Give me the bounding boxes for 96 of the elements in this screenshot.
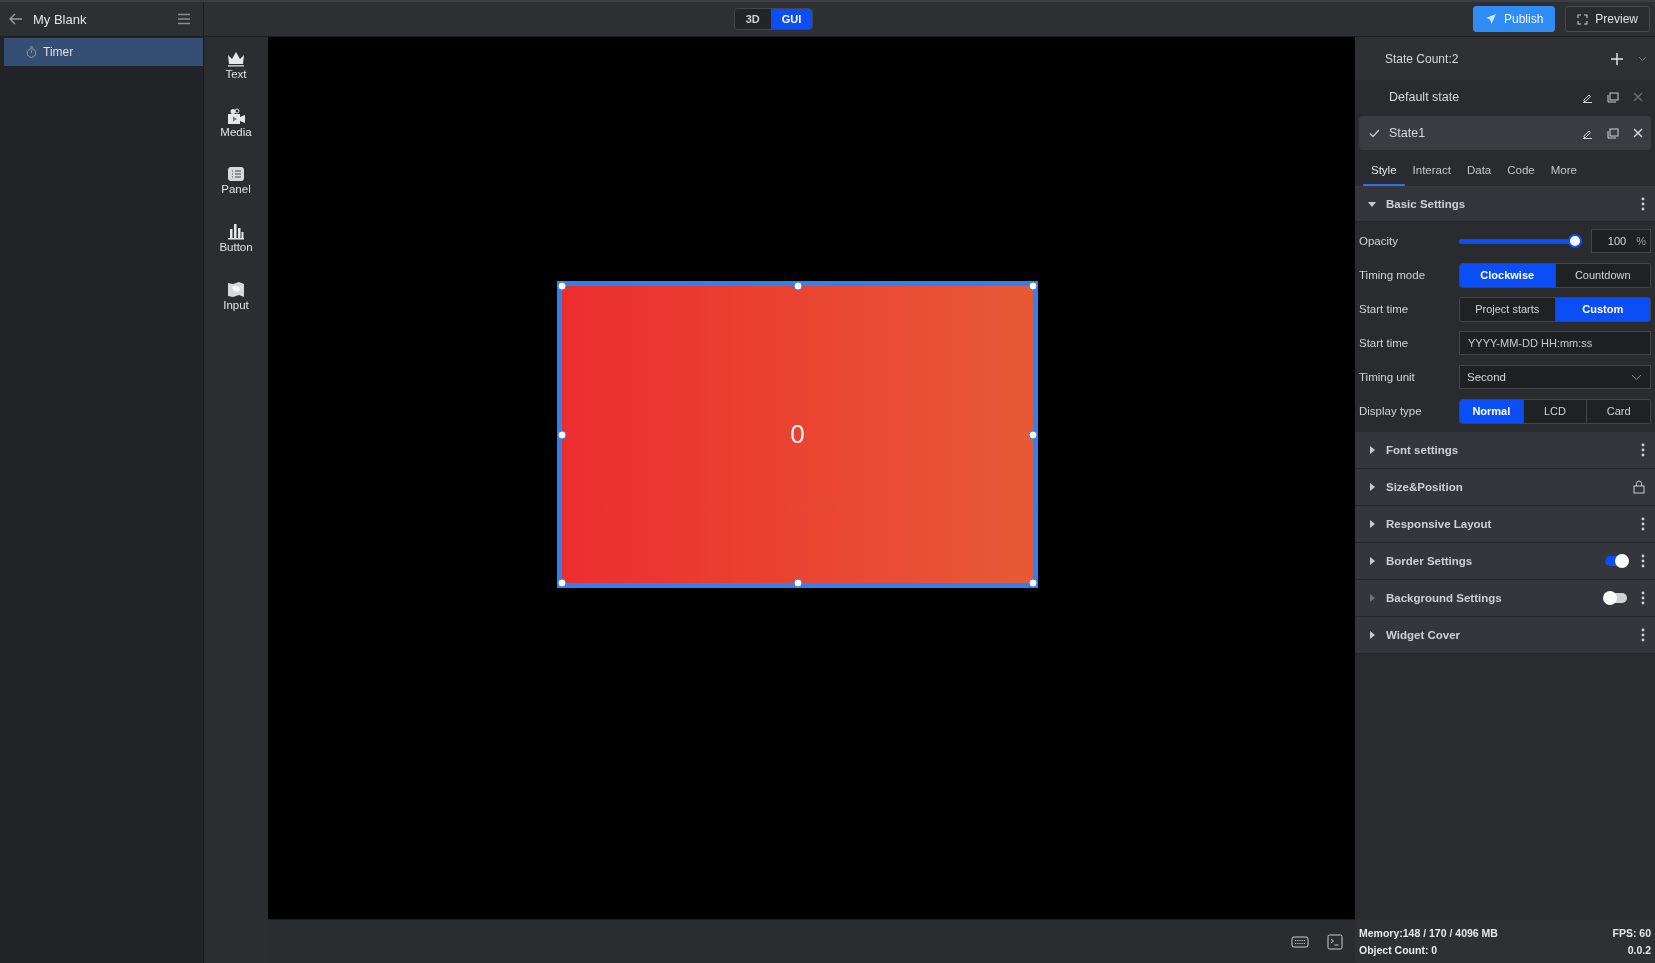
field-label: Opacity — [1359, 235, 1399, 247]
timer-value: 0 — [790, 419, 805, 450]
section-title: Responsive Layout — [1386, 518, 1493, 530]
segment-option[interactable]: Countdown — [1554, 263, 1650, 287]
fps-readout: FPS: 60 — [1612, 926, 1651, 939]
caret-icon[interactable] — [1368, 446, 1376, 454]
caret-icon[interactable] — [1368, 200, 1376, 208]
more-vertical-icon[interactable] — [1641, 443, 1645, 457]
datetime-input[interactable]: YYYY-MM-DD HH:mm:ss — [1459, 331, 1651, 355]
tool-label: Input — [223, 299, 249, 311]
terminal-icon[interactable] — [1327, 933, 1343, 950]
segment-option[interactable]: Clockwise — [1460, 263, 1555, 287]
toggle-switch[interactable] — [1605, 556, 1627, 566]
resize-handle[interactable] — [557, 578, 567, 588]
resize-handle[interactable] — [1028, 578, 1038, 588]
more-vertical-icon[interactable] — [1641, 628, 1645, 642]
section-title: Background Settings — [1386, 592, 1503, 604]
tool-label: Panel — [221, 183, 251, 195]
resize-handle[interactable] — [557, 430, 567, 439]
list-panel-icon — [226, 166, 246, 182]
view-mode-tab[interactable]: 3D — [734, 9, 771, 29]
segment-option[interactable]: Normal — [1460, 399, 1523, 423]
section-title: Font settings — [1386, 444, 1460, 456]
widget-tool[interactable]: Button — [219, 223, 253, 253]
bar-chart-icon — [226, 223, 246, 240]
back-arrow-icon[interactable] — [9, 13, 23, 25]
widget-tool[interactable]: Input — [223, 281, 249, 311]
send-icon — [1484, 13, 1497, 25]
resize-handle[interactable] — [793, 281, 802, 291]
lock-icon[interactable] — [1633, 480, 1645, 494]
more-vertical-icon[interactable] — [1641, 197, 1645, 211]
state-name: State1 — [1389, 126, 1427, 140]
panel-tab[interactable]: Interact — [1404, 156, 1459, 186]
layer-label: Timer — [43, 45, 74, 59]
more-vertical-icon[interactable] — [1641, 554, 1645, 568]
crown-icon — [226, 51, 246, 67]
tool-label: Text — [225, 68, 247, 80]
segment-option[interactable]: Project starts — [1460, 297, 1555, 321]
memory-readout: Memory:148 / 170 / 4096 MB — [1359, 926, 1498, 939]
panel-tab[interactable]: Code — [1499, 156, 1543, 186]
panel-tab[interactable]: Data — [1458, 156, 1500, 186]
tool-label: Button — [219, 241, 253, 253]
version-label: 0.0.2 — [1627, 944, 1651, 957]
segment-option[interactable]: LCD — [1522, 399, 1587, 423]
resize-handle[interactable] — [557, 281, 567, 291]
preview-button[interactable]: Preview — [1565, 6, 1650, 32]
checkmark-icon — [1369, 128, 1380, 138]
state-name: Default state — [1389, 90, 1461, 104]
caret-icon[interactable] — [1368, 557, 1376, 565]
project-title: My Blank — [33, 11, 88, 27]
panel-tab[interactable]: More — [1542, 156, 1585, 186]
segment-option[interactable]: Card — [1586, 399, 1650, 423]
copy-icon[interactable] — [1607, 127, 1619, 139]
toggle-switch[interactable] — [1605, 593, 1627, 603]
menu-icon[interactable] — [177, 13, 191, 25]
state-item[interactable]: Default state — [1359, 80, 1651, 114]
widget-tool[interactable]: Text — [225, 51, 247, 80]
caret-icon[interactable] — [1368, 631, 1376, 639]
keyboard-icon[interactable] — [1291, 935, 1309, 948]
video-camera-icon — [226, 108, 246, 125]
caret-icon[interactable] — [1368, 483, 1376, 491]
view-mode-tab[interactable]: GUI — [770, 9, 813, 29]
more-vertical-icon[interactable] — [1641, 591, 1645, 605]
plus-icon[interactable] — [1610, 51, 1624, 66]
tool-label: Media — [220, 126, 252, 138]
section-title: Widget Cover — [1386, 629, 1461, 641]
caret-icon[interactable] — [1368, 520, 1376, 528]
more-vertical-icon[interactable] — [1641, 517, 1645, 531]
section-title: Border Settings — [1386, 555, 1474, 567]
field-label: Timing unit — [1359, 371, 1416, 383]
segment-option[interactable]: Custom — [1554, 297, 1650, 321]
fullscreen-icon — [1577, 13, 1589, 25]
copy-icon[interactable] — [1607, 91, 1619, 103]
unit-dropdown[interactable]: Second — [1459, 365, 1651, 389]
resize-handle[interactable] — [793, 578, 802, 588]
field-label: Display type — [1359, 405, 1423, 417]
opacity-input[interactable]: 100 % — [1591, 229, 1651, 253]
map-icon — [226, 281, 246, 298]
state-item[interactable]: State1 — [1359, 116, 1651, 150]
layer-item[interactable]: Timer — [4, 38, 203, 66]
resize-handle[interactable] — [1028, 430, 1038, 439]
chevron-down-icon[interactable] — [1638, 55, 1647, 62]
resize-handle[interactable] — [1028, 281, 1038, 291]
timer-widget[interactable]: 0 — [557, 281, 1038, 588]
field-label: Start time — [1359, 337, 1410, 349]
section-title: Basic Settings — [1386, 198, 1467, 210]
state-count: State Count:2 — [1385, 51, 1459, 66]
chevron-down-icon — [1631, 373, 1642, 381]
stopwatch-icon — [26, 46, 37, 58]
widget-tool[interactable]: Media — [220, 108, 252, 138]
widget-tool[interactable]: Panel — [221, 166, 251, 195]
field-label: Start time — [1359, 303, 1410, 315]
field-label: Timing mode — [1359, 269, 1427, 281]
opacity-slider[interactable] — [1459, 234, 1582, 248]
object-count: Object Count: 0 — [1359, 944, 1438, 957]
section-title: Size&Position — [1386, 481, 1464, 493]
